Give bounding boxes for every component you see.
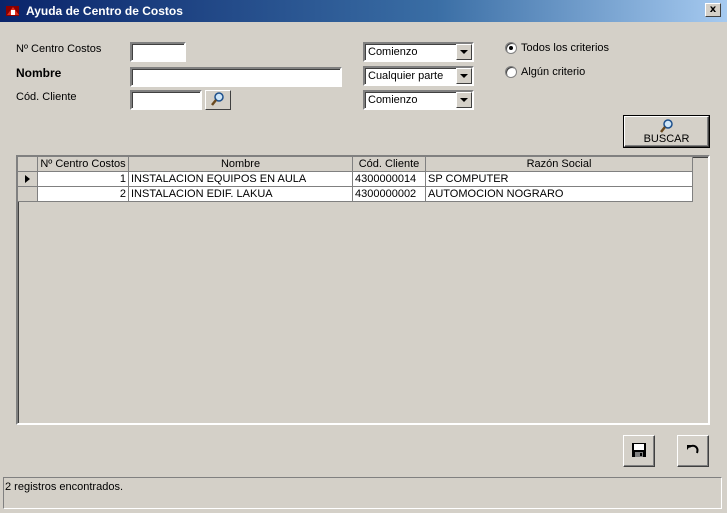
save-icon (631, 442, 647, 461)
table-cell-razon-social[interactable]: AUTOMOCION NOGRARO (426, 187, 693, 202)
undo-button[interactable] (677, 435, 709, 467)
table-cell-nombre[interactable]: INSTALACION EDIF. LAKUA (129, 187, 353, 202)
cod-cliente-match-value: Comienzo (368, 94, 418, 106)
close-button[interactable]: x (705, 3, 721, 17)
column-header-cod-cliente[interactable]: Cód. Cliente (353, 157, 426, 172)
todos-criterios-label[interactable]: Todos los criterios (521, 42, 609, 54)
status-bar: 2 registros encontrados. (3, 477, 722, 509)
cod-cliente-label: Cód. Cliente (16, 91, 77, 103)
cod-cliente-match-select[interactable]: Comienzo (363, 90, 474, 110)
table-cell-nro[interactable]: 1 (38, 172, 129, 187)
nombre-match-select[interactable]: Cualquier parte (363, 66, 474, 86)
search-icon (210, 91, 226, 110)
table-cell-nro[interactable]: 2 (38, 187, 129, 202)
save-button[interactable] (623, 435, 655, 467)
column-header-razon-social[interactable]: Razón Social (426, 157, 693, 172)
nro-centro-match-value: Comienzo (368, 46, 418, 58)
chevron-down-icon[interactable] (456, 44, 472, 60)
column-header-nombre[interactable]: Nombre (129, 157, 353, 172)
chevron-down-icon[interactable] (456, 68, 472, 84)
table-cell-cod-cliente[interactable]: 4300000014 (353, 172, 426, 187)
buscar-button[interactable]: BUSCAR (624, 116, 709, 147)
todos-criterios-radio[interactable] (505, 42, 517, 54)
cod-cliente-input[interactable] (130, 90, 202, 110)
row-indicator[interactable] (18, 187, 38, 202)
nombre-label: Nombre (16, 66, 62, 80)
undo-icon (685, 442, 701, 461)
close-icon: x (709, 4, 717, 15)
status-text: 2 registros encontrados. (5, 481, 124, 493)
row-indicator[interactable] (18, 172, 38, 187)
table-cell-razon-social[interactable]: SP COMPUTER (426, 172, 693, 187)
nro-centro-costos-input[interactable] (130, 42, 186, 62)
nombre-input[interactable] (130, 67, 342, 87)
nro-centro-costos-label: Nº Centro Costos (16, 43, 102, 55)
cod-cliente-lookup-button[interactable] (205, 90, 231, 110)
nombre-match-value: Cualquier parte (368, 70, 444, 82)
results-grid[interactable]: Nº Centro Costos Nombre Cód. Cliente Raz… (16, 155, 710, 425)
app-icon (5, 4, 21, 18)
table-cell-cod-cliente[interactable]: 4300000002 (353, 187, 426, 202)
nro-centro-match-select[interactable]: Comienzo (363, 42, 474, 62)
buscar-label: BUSCAR (643, 133, 690, 145)
algun-criterio-label[interactable]: Algún criterio (521, 66, 585, 78)
current-row-icon (25, 175, 30, 183)
algun-criterio-radio[interactable] (505, 66, 517, 78)
table-cell-nombre[interactable]: INSTALACION EQUIPOS EN AULA (129, 172, 353, 187)
chevron-down-icon[interactable] (456, 92, 472, 108)
title-bar: Ayuda de Centro de Costos x (0, 0, 727, 22)
column-header-nro-centro[interactable]: Nº Centro Costos (38, 157, 129, 172)
window-title: Ayuda de Centro de Costos (26, 4, 183, 18)
grid-corner (18, 157, 38, 172)
